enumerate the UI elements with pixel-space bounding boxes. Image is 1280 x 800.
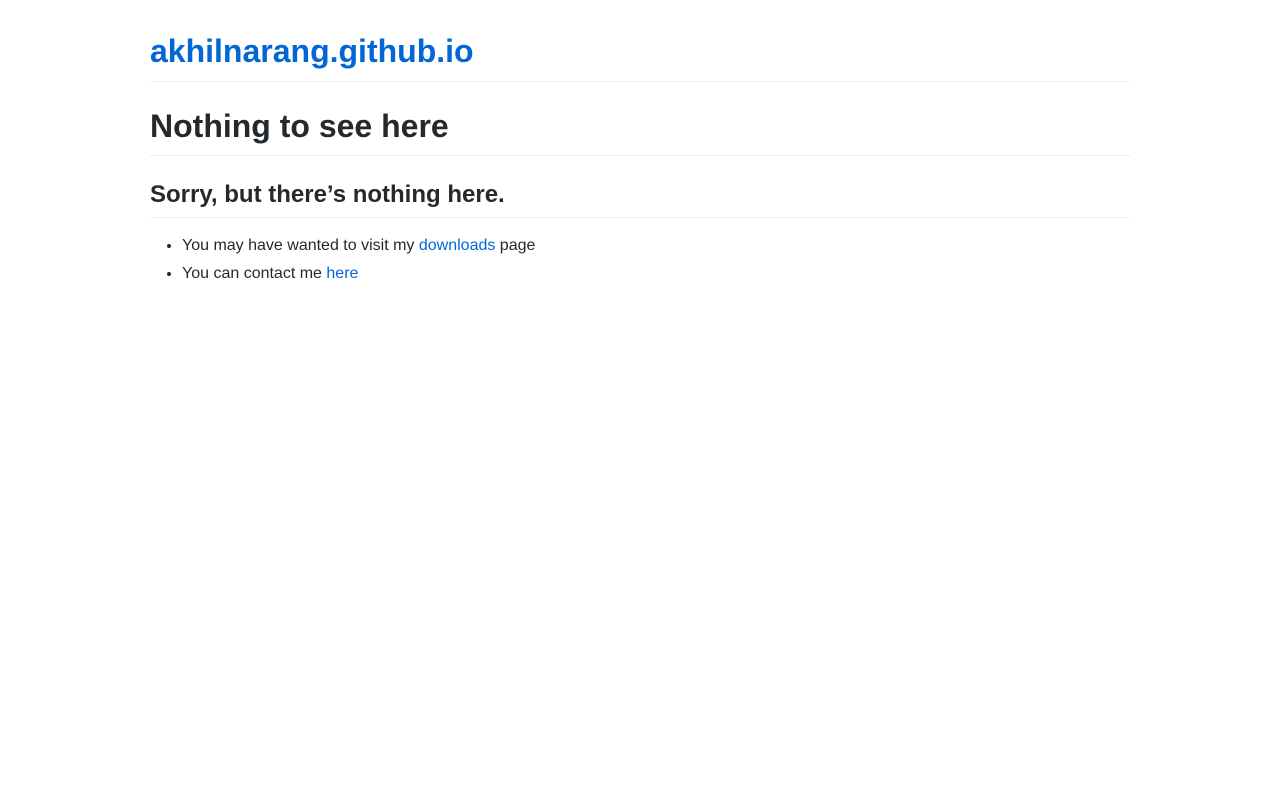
page-container: akhilnarang.github.io Nothing to see her… — [150, 0, 1130, 288]
list-item-contact: You can contact me here — [182, 260, 1130, 288]
page-title: Nothing to see here — [150, 82, 1130, 156]
site-title-link[interactable]: akhilnarang.github.io — [150, 31, 474, 71]
contact-link[interactable]: here — [326, 265, 358, 282]
list-item-text: You can contact me — [182, 265, 327, 282]
page-subtitle: Sorry, but there’s nothing here. — [150, 156, 1130, 218]
downloads-link[interactable]: downloads — [419, 237, 496, 254]
list-item-text: You may have wanted to visit my — [182, 237, 419, 254]
suggestion-list: You may have wanted to visit my download… — [150, 218, 1130, 288]
list-item-text: page — [495, 237, 536, 254]
list-item-downloads: You may have wanted to visit my download… — [182, 232, 1130, 260]
site-header: akhilnarang.github.io — [150, 0, 1130, 82]
